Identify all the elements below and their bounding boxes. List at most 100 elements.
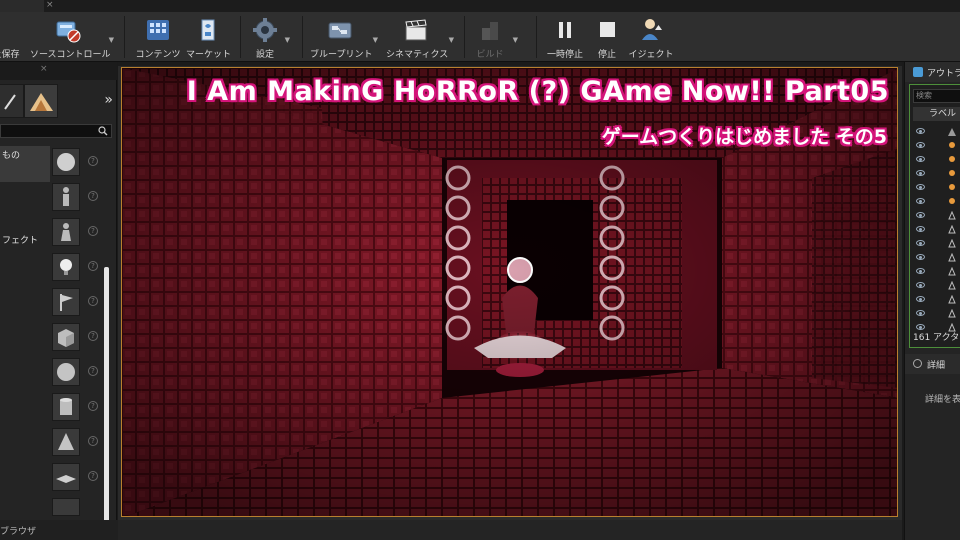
- pawn-icon: [61, 223, 71, 241]
- visibility-eye-icon[interactable]: [916, 198, 925, 204]
- list-item[interactable]: [912, 167, 960, 180]
- build-button[interactable]: ビルド ▼: [470, 14, 518, 60]
- list-item[interactable]: [912, 293, 960, 306]
- visibility-eye-icon[interactable]: [916, 282, 925, 288]
- content-browser-tab[interactable]: ブラウザ: [0, 520, 118, 540]
- visibility-eye-icon[interactable]: [916, 184, 925, 190]
- toolbar-divider: [240, 16, 241, 58]
- cone-icon: [58, 433, 74, 450]
- list-item[interactable]: [912, 209, 960, 222]
- clapperboard-icon: [405, 19, 427, 41]
- label-column-header[interactable]: ラベル: [913, 107, 960, 121]
- blueprints-button[interactable]: ブループリント ▼: [310, 14, 378, 60]
- help-icon[interactable]: ?: [88, 226, 98, 236]
- list-item[interactable]: [912, 125, 960, 138]
- visibility-eye-icon[interactable]: [916, 128, 925, 134]
- save-button[interactable]: 上保存: [0, 14, 26, 60]
- chevron-down-icon[interactable]: ▼: [449, 36, 454, 44]
- level-tab[interactable]: [0, 0, 44, 12]
- stop-button[interactable]: 停止: [590, 14, 624, 60]
- sphere-mesh-item[interactable]: [52, 358, 80, 386]
- content-button[interactable]: コンテンツ: [134, 14, 182, 60]
- landscape-mode-button[interactable]: [24, 84, 58, 118]
- more-modes-icon[interactable]: »: [104, 92, 113, 108]
- eject-button[interactable]: イジェクト: [628, 14, 674, 60]
- save-label: 上保存: [0, 50, 20, 60]
- sphere-item[interactable]: [52, 148, 80, 176]
- mesh-icon: [948, 239, 956, 248]
- game-viewport[interactable]: I Am MakinG HoRRoR (?) GAme Now!! Part05…: [121, 67, 898, 517]
- list-item[interactable]: [912, 181, 960, 194]
- help-icon[interactable]: ?: [88, 436, 98, 446]
- cinematics-button[interactable]: シネマティクス ▼: [386, 14, 454, 60]
- list-item[interactable]: [912, 153, 960, 166]
- help-icon[interactable]: ?: [88, 331, 98, 341]
- pause-button[interactable]: 一時停止: [544, 14, 586, 60]
- visibility-eye-icon[interactable]: [916, 296, 925, 302]
- visibility-eye-icon[interactable]: [916, 142, 925, 148]
- plane-icon: [56, 475, 76, 483]
- chevron-down-icon[interactable]: ▼: [513, 36, 518, 44]
- pawn-item[interactable]: [52, 218, 80, 246]
- list-item[interactable]: [912, 195, 960, 208]
- category-item-visual-effects[interactable]: フェクト: [0, 232, 50, 250]
- close-tab-icon[interactable]: ×: [46, 0, 54, 10]
- list-item[interactable]: [912, 139, 960, 152]
- chevron-down-icon[interactable]: ▼: [285, 36, 290, 44]
- list-item[interactable]: [912, 251, 960, 264]
- search-input[interactable]: [0, 124, 112, 138]
- details-header[interactable]: 詳細: [905, 354, 960, 374]
- visibility-eye-icon[interactable]: [916, 254, 925, 260]
- mesh-icon: [948, 267, 956, 276]
- light-icon: [949, 198, 955, 204]
- category-item-basic[interactable]: もの: [0, 146, 50, 182]
- list-item[interactable]: [912, 307, 960, 320]
- character-item[interactable]: [52, 183, 80, 211]
- mode-selector: »: [0, 82, 117, 120]
- pause-icon: [559, 22, 571, 38]
- place-list-scrollbar[interactable]: [104, 267, 109, 532]
- outliner-header[interactable]: アウトラ: [905, 62, 960, 82]
- help-icon[interactable]: ?: [88, 191, 98, 201]
- point-light-item[interactable]: [52, 253, 80, 281]
- visibility-eye-icon[interactable]: [916, 212, 925, 218]
- visibility-eye-icon[interactable]: [916, 170, 925, 176]
- cube-item[interactable]: [52, 323, 80, 351]
- visibility-eye-icon[interactable]: [916, 226, 925, 232]
- chevron-down-icon[interactable]: ▼: [109, 36, 114, 44]
- modes-tab-strip: ×: [0, 62, 117, 80]
- help-icon[interactable]: ?: [88, 296, 98, 306]
- visibility-eye-icon[interactable]: [916, 156, 925, 162]
- cylinder-icon: [60, 398, 72, 415]
- list-item[interactable]: [912, 237, 960, 250]
- toolbar-divider: [536, 16, 537, 58]
- modes-panel: × » もの フェクト ? ? ? ? ? ? ? ? ? ?: [0, 62, 117, 532]
- list-item[interactable]: [912, 265, 960, 278]
- list-item[interactable]: [912, 279, 960, 292]
- outliner-search-input[interactable]: 検索: [913, 89, 960, 103]
- source-control-button[interactable]: ソースコントロール ▼: [30, 14, 114, 60]
- player-start-item[interactable]: [52, 288, 80, 316]
- close-tab-icon[interactable]: ×: [40, 64, 48, 74]
- help-icon[interactable]: ?: [88, 156, 98, 166]
- light-icon: [949, 184, 955, 190]
- visibility-eye-icon[interactable]: [916, 268, 925, 274]
- toolbar-divider: [302, 16, 303, 58]
- visibility-eye-icon[interactable]: [916, 240, 925, 246]
- mesh-icon: [948, 253, 956, 262]
- help-icon[interactable]: ?: [88, 366, 98, 376]
- box-trigger-item[interactable]: [52, 498, 80, 516]
- paint-mode-button[interactable]: [0, 84, 24, 118]
- help-icon[interactable]: ?: [88, 261, 98, 271]
- cylinder-item[interactable]: [52, 393, 80, 421]
- list-item[interactable]: [912, 223, 960, 236]
- cone-item[interactable]: [52, 428, 80, 456]
- help-icon[interactable]: ?: [88, 471, 98, 481]
- lightbulb-icon: [60, 259, 72, 275]
- plane-item[interactable]: [52, 463, 80, 491]
- visibility-eye-icon[interactable]: [916, 310, 925, 316]
- help-icon[interactable]: ?: [88, 401, 98, 411]
- marketplace-button[interactable]: マーケット: [186, 14, 231, 60]
- settings-button[interactable]: 設定 ▼: [248, 14, 290, 60]
- chevron-down-icon[interactable]: ▼: [373, 36, 378, 44]
